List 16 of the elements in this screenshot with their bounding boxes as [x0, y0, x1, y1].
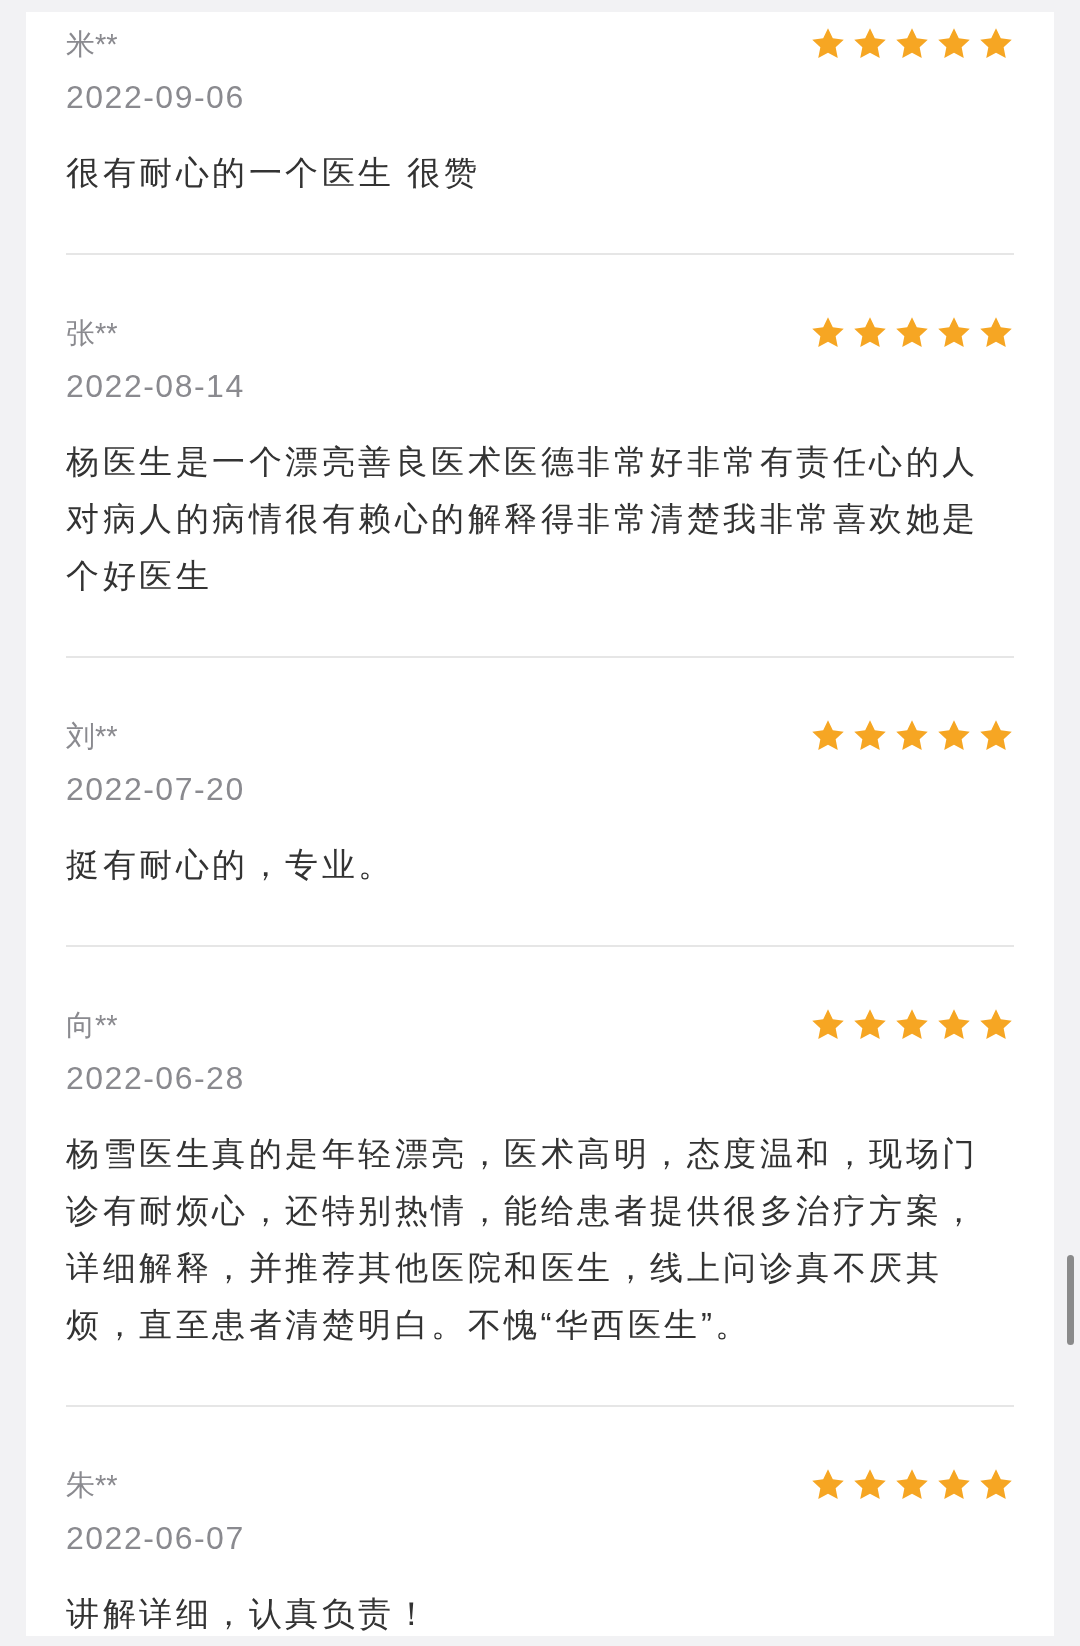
review-date: 2022-08-14 [66, 367, 245, 406]
reviewer-name: 向** [66, 1008, 119, 1043]
review-date: 2022-09-06 [66, 78, 245, 117]
review-comment: 挺有耐心的，专业。 [66, 845, 396, 885]
review-date: 2022-06-07 [66, 1519, 245, 1558]
reviewer-name: 张** [66, 316, 119, 351]
review-comment: 很有耐心的一个医生 很赞 [66, 153, 482, 193]
reviewer-name: 刘** [66, 719, 119, 754]
review-comment: 杨雪医生真的是年轻漂亮，医术高明，态度温和，现场门诊有耐烦心，还特别热情，能给患者提供很多治疗方案，详细解释，并推荐其他医院和医生，线上问诊真不厌其烦，直至患者清楚明白。不愧“华西医生”。 [66, 1134, 980, 1345]
scrollbar-thumb[interactable] [1067, 1255, 1074, 1345]
review-date: 2022-06-28 [66, 1059, 245, 1098]
review-comment: 杨医生是一个漂亮善良医术医德非常好非常有责任心的人对病人的病情很有赖心的解释得非常清楚我非常喜欢她是个好医生 [66, 442, 980, 596]
review-date: 2022-07-20 [66, 770, 245, 809]
reviewer-name: 朱** [66, 1468, 119, 1503]
review-comment: 讲解详细，认真负责！ [66, 1594, 432, 1634]
reviewer-name: 米** [66, 27, 119, 62]
